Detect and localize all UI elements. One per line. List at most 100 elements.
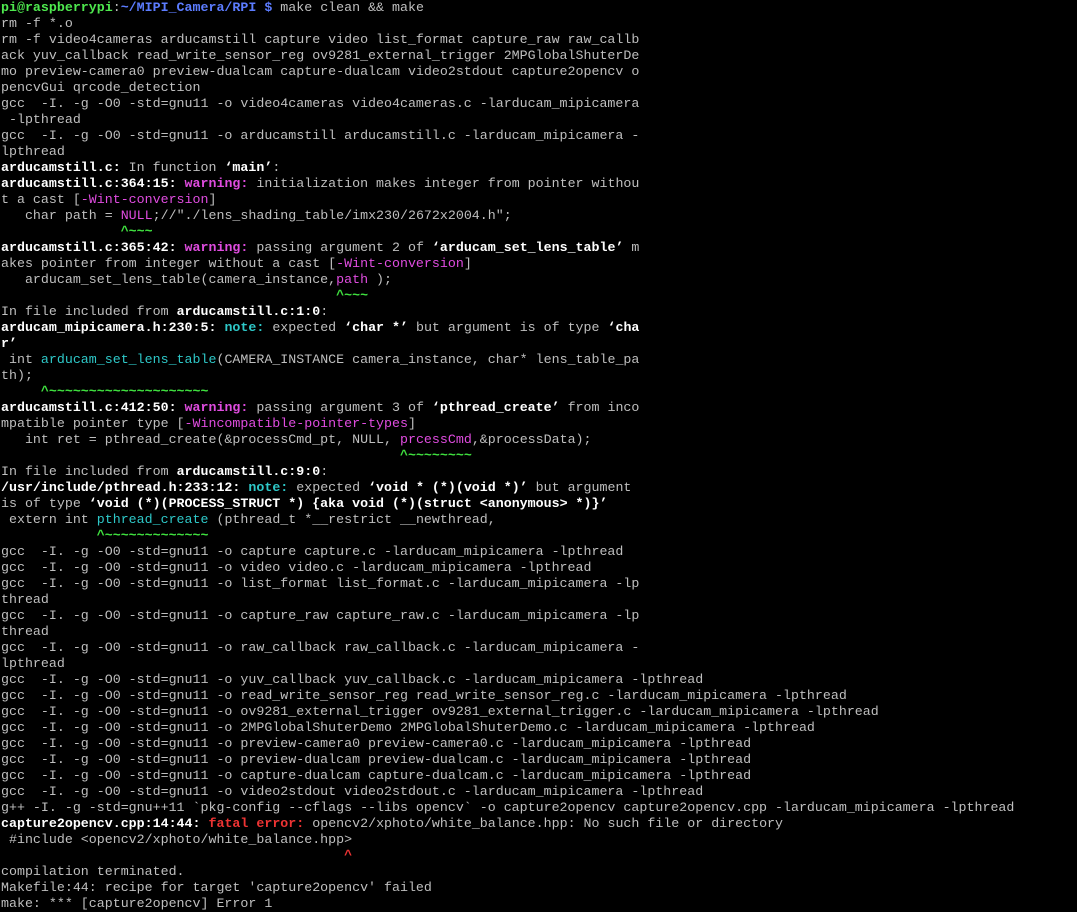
terminal-line: gcc -I. -g -O0 -std=gnu11 -o read_write_… [1,688,1077,704]
terminal-line: lpthread [1,656,1077,672]
terminal-line: ^~~~~~~~~ [1,448,1077,464]
terminal-line: rm -f *.o [1,16,1077,32]
terminal-line: is of type ‘void (*)(PROCESS_STRUCT *) {… [1,496,1077,512]
terminal-text-plain: gcc -I. -g -O0 -std=gnu11 -o list_format… [1,576,640,591]
terminal-line: arducam_set_lens_table(camera_instance,p… [1,272,1077,288]
terminal-line: r’ [1,336,1077,352]
terminal-text-plain [1,528,97,543]
terminal-line: make: *** [capture2opencv] Error 1 [1,896,1077,912]
terminal-text-plain: In file included from [1,304,177,319]
terminal-text-bold: ‘char *’ [344,320,408,335]
terminal-text-plain: th); [1,368,33,383]
terminal-text-plain [1,224,121,239]
terminal-text-plain [1,448,400,463]
terminal-text-plain: gcc -I. -g -O0 -std=gnu11 -o preview-dua… [1,752,752,767]
terminal-text-warning: warning: [184,176,249,191]
terminal-text-plain: extern int [1,512,97,527]
terminal-line: mo preview-camera0 preview-dualcam captu… [1,64,1077,80]
terminal-text-flag: -Wincompatible-pointer-types [184,416,408,431]
terminal-text-plain: from inco [559,400,640,415]
terminal-text-plain: lpthread [1,656,65,671]
terminal-text-bold: r’ [1,336,17,351]
terminal-text-plain: gcc -I. -g -O0 -std=gnu11 -o preview-cam… [1,736,752,751]
terminal-line: gcc -I. -g -O0 -std=gnu11 -o capture-dua… [1,768,1077,784]
terminal-line: arducamstill.c:412:50: warning: passing … [1,400,1077,416]
terminal-text-caret: ^~~~~~~~~~~~~~~~~~~~~ [40,384,209,399]
terminal-line: ack yuv_callback read_write_sensor_reg o… [1,48,1077,64]
terminal-text-plain: (pthread_t *__restrict __newthread, [208,512,496,527]
terminal-line: Makefile:44: recipe for target 'capture2… [1,880,1077,896]
terminal-line: gcc -I. -g -O0 -std=gnu11 -o 2MPGlobalSh… [1,720,1077,736]
terminal-text-plain: g++ -I. -g -std=gnu++11 `pkg-config --cf… [1,800,1015,815]
terminal-text-caret: ^~~~~~~~~~~~~~ [96,528,209,543]
terminal-text-plain: mpatible pointer type [ [1,416,185,431]
terminal-line: thread [1,624,1077,640]
terminal-text-plain: #include <opencv2/xphoto/white_balance.h… [1,832,353,847]
terminal-text-plain [177,400,185,415]
terminal-text-magenta: prcessCmd [399,432,472,447]
terminal-text-magenta: path [336,272,369,287]
terminal-line: ^~~~ [1,288,1077,304]
terminal-text-bold: arducam_mipicamera.h:230:5: [1,320,217,335]
terminal-text-plain: initialization makes integer from pointe… [248,176,640,191]
terminal-text-bold: arducamstill.c:1:0 [176,304,321,319]
terminal-text-cyan: pthread_create [96,512,209,527]
terminal-text-plain: mo preview-camera0 preview-dualcam captu… [1,64,640,79]
terminal-text-plain: but argument is of type [407,320,608,335]
terminal-text-plain [177,176,185,191]
terminal-text-bold: arducamstill.c: [1,160,121,175]
terminal-line: /usr/include/pthread.h:233:12: note: exp… [1,480,1077,496]
terminal-text-plain: but argument [527,480,632,495]
terminal-text-plain: In function [120,160,225,175]
terminal-text-caret: ^~~~ [120,224,153,239]
terminal-text-magenta: NULL [120,208,153,223]
terminal-text-path: ~/MIPI_Camera/RPI $ [120,0,273,15]
terminal-line: char path = NULL;//"./lens_shading_table… [1,208,1077,224]
terminal-text-plain: passing argument 3 of [248,400,432,415]
terminal-line: compilation terminated. [1,864,1077,880]
terminal-text-plain: ;//"./lens_shading_table/imx230/2672x200… [152,208,512,223]
terminal-text-bold: ‘cha [607,320,640,335]
terminal-line: gcc -I. -g -O0 -std=gnu11 -o yuv_callbac… [1,672,1077,688]
terminal-text-plain: pencvGui qrcode_detection [1,80,201,95]
terminal-text-bold: /usr/include/pthread.h:233:12: [1,480,241,495]
terminal-text-plain: gcc -I. -g -O0 -std=gnu11 -o yuv_callbac… [1,672,704,687]
terminal-text-plain: ,&processData); [471,432,592,447]
terminal-line: pi@raspberrypi:~/MIPI_Camera/RPI $ make … [1,0,1077,16]
terminal-text-warning: warning: [184,400,249,415]
terminal-text-plain: rm -f video4cameras arducamstill capture… [1,32,640,47]
terminal-text-plain: passing argument 2 of [248,240,432,255]
terminal-text-plain [1,848,344,863]
terminal-text-bold: ‘pthread_create’ [431,400,560,415]
terminal-text-plain: ] [407,416,416,431]
terminal-text-plain: (CAMERA_INSTANCE camera_instance, char* … [216,352,640,367]
terminal-text-plain [177,240,185,255]
terminal-line: g++ -I. -g -std=gnu++11 `pkg-config --cf… [1,800,1077,816]
terminal-text-bold: ‘main’ [224,160,273,175]
terminal-line: gcc -I. -g -O0 -std=gnu11 -o raw_callbac… [1,640,1077,656]
terminal-text-plain: thread [1,624,49,639]
terminal-text-plain: ); [368,272,393,287]
terminal-text-plain: akes pointer from integer without a cast… [1,256,337,271]
terminal-line: -lpthread [1,112,1077,128]
terminal-text-plain: gcc -I. -g -O0 -std=gnu11 -o ov9281_exte… [1,704,879,719]
terminal-text-warning: warning: [184,240,249,255]
terminal-text-plain: arducam_set_lens_table(camera_instance, [1,272,337,287]
terminal-line: gcc -I. -g -O0 -std=gnu11 -o preview-dua… [1,752,1077,768]
terminal-text-plain: In file included from [1,464,177,479]
terminal-line: th); [1,368,1077,384]
terminal-text-plain: gcc -I. -g -O0 -std=gnu11 -o capture cap… [1,544,624,559]
terminal-text-bold: arducamstill.c:365:42: [1,240,177,255]
terminal-text-redcaret: ^ [344,848,353,863]
terminal-text-plain: gcc -I. -g -O0 -std=gnu11 -o 2MPGlobalSh… [1,720,815,735]
terminal-text-bold: ‘arducam_set_lens_table’ [431,240,624,255]
terminal-text-error: fatal error: [208,816,305,831]
terminal-text-plain: ack yuv_callback read_write_sensor_reg o… [1,48,640,63]
terminal-line: gcc -I. -g -O0 -std=gnu11 -o video2stdou… [1,784,1077,800]
terminal-text-plain [1,384,41,399]
terminal-text-plain [1,288,336,303]
terminal-line: gcc -I. -g -O0 -std=gnu11 -o capture_raw… [1,608,1077,624]
terminal-text-plain: opencv2/xphoto/white_balance.hpp: No suc… [304,816,784,831]
terminal-window[interactable]: pi@raspberrypi:~/MIPI_Camera/RPI $ make … [0,0,1077,912]
terminal-text-plain: gcc -I. -g -O0 -std=gnu11 -o video4camer… [1,96,640,111]
